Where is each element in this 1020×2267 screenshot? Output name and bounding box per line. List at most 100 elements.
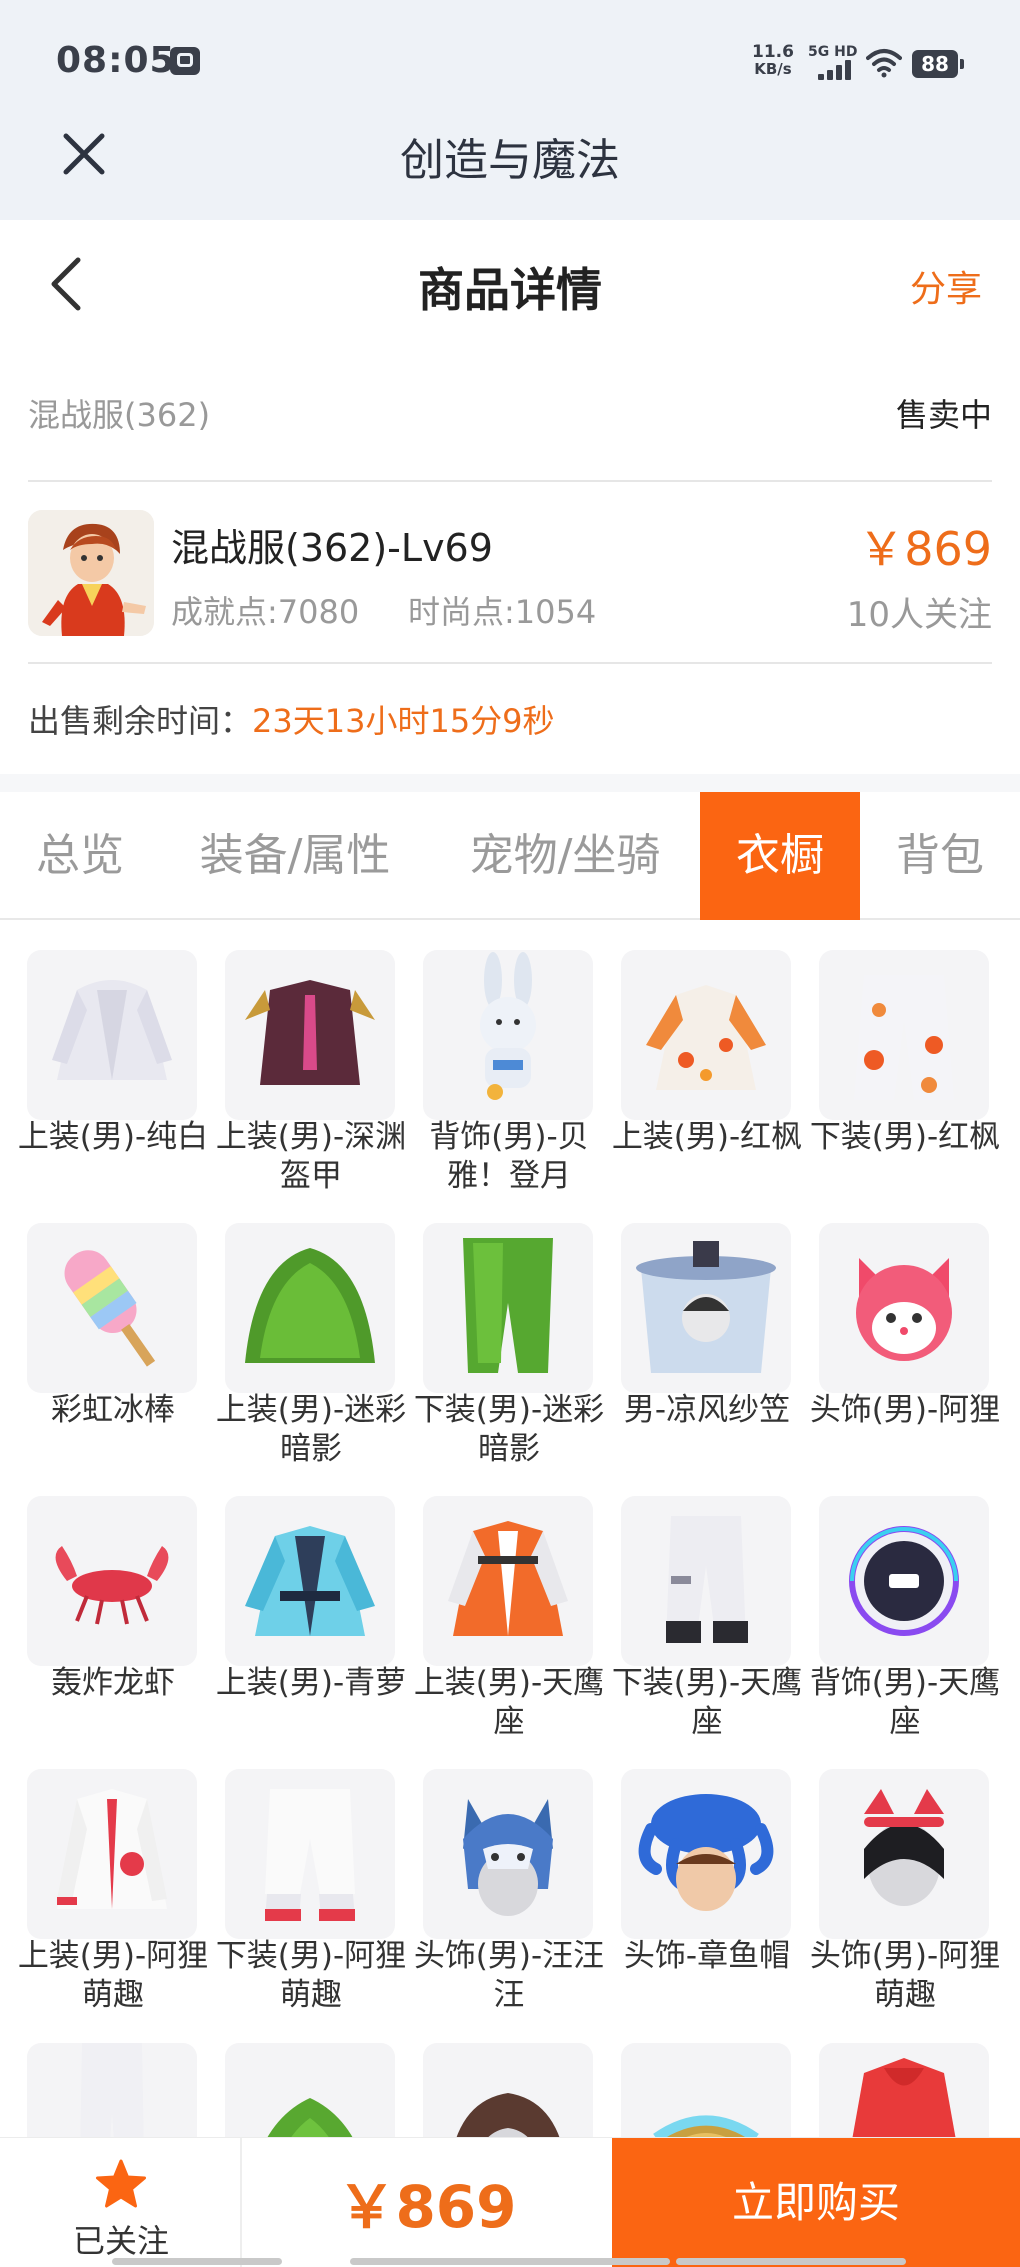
home-indicator [112, 2258, 282, 2265]
maple-pants-icon [819, 950, 989, 1120]
wardrobe-item-label: 背饰(男)-贝雅！登月 [429, 1119, 589, 1194]
wardrobe-item-label: 轰炸龙虾 [51, 1665, 175, 1701]
divider [28, 662, 992, 664]
notification-app-icon [170, 47, 200, 75]
app-header: 创造与魔法 [0, 110, 1020, 220]
ali-headband-icon [819, 1769, 989, 1939]
wardrobe-item[interactable]: 背饰(男)-天鹰座 [810, 1496, 1000, 1756]
aquila-backpack-icon [819, 1496, 989, 1666]
top-area: 08:05 11.6 KB/s 5G HD 88 创造与魔法 [0, 0, 1020, 220]
wardrobe-item-label: 彩虹冰棒 [51, 1392, 175, 1428]
section-gap [0, 774, 1020, 792]
wardrobe-item-label: 头饰-章鱼帽 [623, 1938, 791, 1974]
buy-now-button[interactable]: 立即购买 [612, 2138, 1020, 2267]
bunny-astronaut-icon [423, 950, 593, 1120]
fashion-points: 时尚点:1054 [408, 593, 597, 631]
wardrobe-item[interactable]: 上装(男)-青萝 [216, 1496, 406, 1756]
network-speed-unit: KB/s [754, 60, 792, 78]
app-title: 创造与魔法 [400, 135, 620, 186]
network-speed-value: 11.6 [752, 42, 794, 62]
battery-icon: 88 [912, 50, 964, 78]
remaining-time: 出售剩余时间：23天13小时15分9秒 [28, 696, 555, 742]
remaining-time-value: 23天13小时15分9秒 [252, 702, 555, 740]
wardrobe-item[interactable]: 男-凉风纱笠 [621, 1223, 793, 1483]
wardrobe-item[interactable]: 彩虹冰棒 [27, 1223, 199, 1483]
network-type: 5G HD [808, 44, 858, 60]
wardrobe-item-label: 上装(男)-红枫 [611, 1119, 803, 1155]
page-title: 商品详情 [418, 263, 602, 317]
page-header: 商品详情 分享 [0, 220, 1020, 350]
wardrobe-item[interactable]: 上装(男)-纯白 [18, 950, 208, 1210]
server-row: 混战服(362) 售卖中 [28, 390, 992, 440]
tab-bar: 总览 装备/属性 宠物/坐骑 衣橱 背包 [0, 792, 1020, 920]
network-speed: 11.6 KB/s [752, 44, 794, 78]
wardrobe-item-label: 头饰(男)-阿狸萌趣 [809, 1938, 1001, 2013]
achievement-points: 成就点:7080 [171, 593, 360, 631]
lobster-icon [27, 1496, 197, 1666]
wardrobe-item[interactable]: 下装(男)-阿狸萌趣 [216, 1769, 406, 2029]
character-avatar [28, 510, 154, 636]
server-name: 混战服(362) [28, 396, 211, 434]
ali-fox-head-icon [819, 1223, 989, 1393]
wardrobe-item-label: 上装(男)-天鹰座 [413, 1665, 605, 1740]
white-coat-icon [27, 950, 197, 1120]
share-button[interactable]: 分享 [910, 260, 982, 312]
wardrobe-item[interactable]: 上装(男)-深渊盔甲 [216, 950, 406, 1210]
signal-icon [818, 60, 852, 80]
wardrobe-item-label: 下装(男)-迷彩暗影 [413, 1392, 605, 1467]
wardrobe-item-label: 上装(男)-迷彩暗影 [215, 1392, 407, 1467]
wardrobe-item[interactable]: 上装(男)-红枫 [612, 950, 802, 1210]
wardrobe-item[interactable]: 头饰-章鱼帽 [621, 1769, 793, 2029]
product-name: 混战服(362)-Lv69 [171, 526, 493, 570]
tab-wardrobe[interactable]: 衣橱 [700, 792, 860, 920]
product-summary: 混战服(362)-Lv69 成就点:7080 时尚点:1054 ￥869 10人… [28, 505, 992, 636]
wardrobe-item[interactable]: 下装(男)-天鹰座 [612, 1496, 802, 1756]
wifi-icon [866, 49, 902, 78]
husky-hat-icon [423, 1769, 593, 1939]
follower-count: 10人关注 [846, 595, 992, 635]
tab-pets-mounts[interactable]: 宠物/坐骑 [430, 792, 700, 920]
wardrobe-item[interactable]: 下装(男)-迷彩暗影 [414, 1223, 604, 1483]
ali-hoodie-icon [27, 1769, 197, 1939]
ghillie-pants-icon [423, 1223, 593, 1393]
bottom-action-bar: 已关注 ￥869 立即购买 [0, 2137, 1020, 2267]
wardrobe-item[interactable]: 头饰(男)-汪汪汪 [414, 1769, 604, 2029]
wardrobe-item[interactable]: 上装(男)-天鹰座 [414, 1496, 604, 1756]
veil-hat-icon [621, 1223, 791, 1393]
wardrobe-item-label: 背饰(男)-天鹰座 [809, 1665, 1001, 1740]
wardrobe-item[interactable]: 上装(男)-阿狸萌趣 [18, 1769, 208, 2029]
aquila-jacket-icon [423, 1496, 593, 1666]
wardrobe-item[interactable]: 上装(男)-迷彩暗影 [216, 1223, 406, 1483]
wardrobe-item-label: 上装(男)-深渊盔甲 [215, 1119, 407, 1194]
home-indicator [676, 2258, 906, 2265]
wardrobe-item-label: 头饰(男)-汪汪汪 [413, 1938, 605, 2013]
wardrobe-item[interactable]: 轰炸龙虾 [27, 1496, 199, 1756]
octopus-hat-icon [621, 1769, 791, 1939]
tab-overview[interactable]: 总览 [0, 792, 160, 920]
wardrobe-item-label: 下装(男)-天鹰座 [611, 1665, 803, 1740]
ali-pants-icon [225, 1769, 395, 1939]
wardrobe-item-label: 上装(男)-纯白 [17, 1119, 209, 1155]
product-price: ￥869 [858, 522, 992, 576]
divider [28, 480, 992, 482]
wardrobe-item-label: 头饰(男)-阿狸 [809, 1392, 1001, 1428]
abyss-armor-icon [225, 950, 395, 1120]
wardrobe-item[interactable]: 头饰(男)-阿狸萌趣 [810, 1769, 1000, 2029]
remaining-time-label: 出售剩余时间： [28, 702, 253, 740]
sale-status: 售卖中 [895, 396, 992, 434]
rainbow-popsicle-icon [27, 1223, 197, 1393]
wardrobe-item-label: 下装(男)-阿狸萌趣 [215, 1938, 407, 2013]
ghillie-top-icon [225, 1223, 395, 1393]
wardrobe-item-label: 男-凉风纱笠 [623, 1392, 791, 1428]
tab-equipment[interactable]: 装备/属性 [160, 792, 430, 920]
wardrobe-item-label: 上装(男)-青萝 [215, 1665, 407, 1701]
status-bar: 08:05 11.6 KB/s 5G HD 88 [0, 0, 1020, 120]
wardrobe-item[interactable]: 头饰(男)-阿狸 [810, 1223, 1000, 1483]
star-icon [96, 2159, 146, 2208]
tab-backpack[interactable]: 背包 [860, 792, 1020, 920]
follow-label: 已关注 [72, 2222, 169, 2260]
wardrobe-item[interactable]: 下装(男)-红枫 [810, 950, 1000, 1210]
wardrobe-item-label: 上装(男)-阿狸萌趣 [17, 1938, 209, 2013]
follow-button[interactable]: 已关注 [0, 2138, 242, 2267]
wardrobe-item[interactable]: 背饰(男)-贝雅！登月 [423, 950, 595, 1210]
